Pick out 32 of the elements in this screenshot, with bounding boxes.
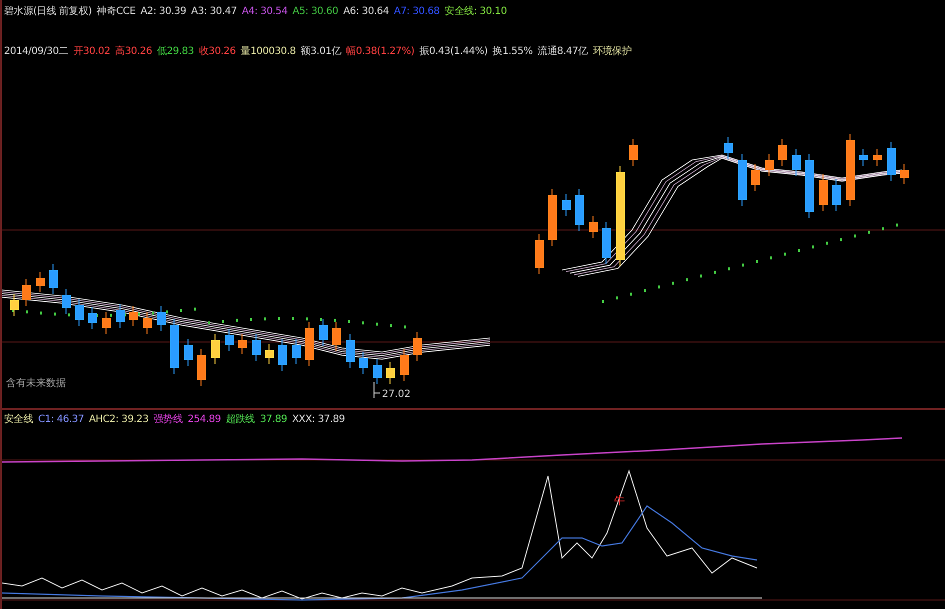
indicator-value: A3: 30.47 bbox=[191, 6, 237, 16]
indicator-value: A4: 30.54 bbox=[242, 6, 288, 16]
indicator-value: 37.89 bbox=[260, 414, 288, 424]
indicator-value: C1: 46.37 bbox=[38, 414, 84, 424]
indicator-value: 高30.26 bbox=[115, 44, 152, 58]
indicator-value: 强势线 bbox=[154, 412, 183, 426]
indicator-value: XXX: 37.89 bbox=[292, 414, 345, 424]
indicator-value: A5: 30.60 bbox=[292, 6, 338, 16]
low-price-label: 27.02 bbox=[382, 389, 411, 400]
indicator-value: 量100030.8 bbox=[240, 45, 296, 58]
indicator-value: 碧水源(日线 前复权) bbox=[4, 4, 92, 18]
indicator-value: 流通8.47亿 bbox=[538, 44, 588, 58]
indicator-value: AHC2: 39.23 bbox=[88, 414, 149, 424]
indicator-value: 换1.55% bbox=[492, 45, 533, 58]
indicator-value: 低29.83 bbox=[157, 45, 194, 58]
indicator-value: 2014/09/30二 bbox=[4, 45, 68, 58]
indicator-value: 神奇CCE bbox=[96, 4, 136, 18]
future-data-note: 含有未来数据 bbox=[6, 378, 66, 389]
indicator-value: 安全线: 30.10 bbox=[444, 4, 507, 18]
indicator-value: 环境保护 bbox=[592, 44, 632, 58]
indicator-value: 254.89 bbox=[188, 414, 221, 424]
indicator-value: 超跌线 bbox=[226, 412, 255, 426]
indicator-value: 开30.02 bbox=[73, 45, 110, 58]
indicator-value: 额3.01亿 bbox=[300, 44, 342, 58]
indicator-value: 收30.26 bbox=[198, 45, 236, 58]
indicator-value: 安全线 bbox=[4, 412, 34, 426]
low-price-marker bbox=[374, 382, 380, 398]
indicator-value: 幅0.38(1.27%) bbox=[346, 45, 414, 58]
indicator-value: A6: 30.64 bbox=[343, 6, 389, 16]
indicator-value: A7: 30.68 bbox=[394, 6, 440, 16]
indicator-value: A2: 30.39 bbox=[140, 6, 186, 16]
indicator-value: 振0.43(1.44%) bbox=[419, 45, 488, 58]
